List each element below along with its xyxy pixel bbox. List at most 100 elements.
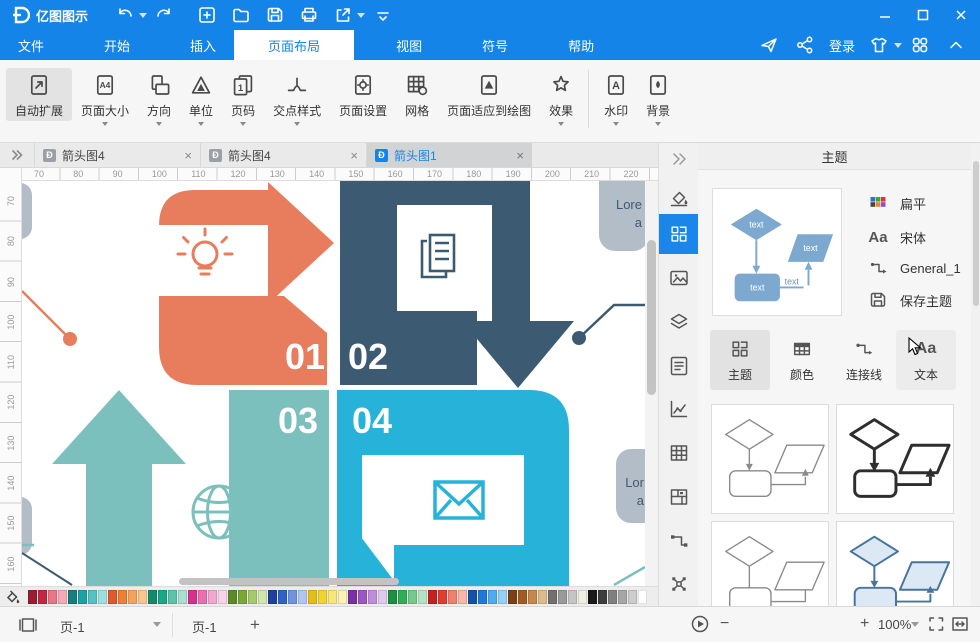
color-swatch[interactable] — [288, 590, 297, 604]
color-swatch[interactable] — [458, 590, 467, 604]
color-swatch[interactable] — [58, 590, 67, 604]
color-swatch[interactable] — [268, 590, 277, 604]
color-swatch[interactable] — [218, 590, 227, 604]
color-swatch[interactable] — [128, 590, 137, 604]
page-layout-icon[interactable] — [18, 615, 38, 635]
color-swatch[interactable] — [248, 590, 257, 604]
callout-left-top[interactable] — [22, 183, 32, 239]
undo-button[interactable] — [115, 5, 135, 25]
color-swatch[interactable] — [158, 590, 167, 604]
theme-template-3[interactable] — [711, 521, 829, 606]
tab-view[interactable]: 视图 — [378, 30, 440, 60]
scrollbar-thumb[interactable] — [973, 161, 979, 306]
canvas-horizontal-scrollbar[interactable] — [22, 577, 645, 586]
color-swatch[interactable] — [28, 590, 37, 604]
ribbon-page-setup[interactable]: 页面设置 — [330, 68, 396, 121]
color-swatch[interactable] — [568, 590, 577, 604]
close-tab-icon[interactable]: × — [350, 148, 358, 163]
doc-tab-2[interactable]: Ɖ 箭头图4 × — [200, 143, 366, 167]
color-swatch[interactable] — [378, 590, 387, 604]
ribbon-crossing-style[interactable]: 交点样式 — [264, 68, 330, 128]
login-button[interactable]: 登录 — [829, 36, 855, 55]
minimize-button[interactable] — [866, 0, 904, 30]
color-swatch[interactable] — [528, 590, 537, 604]
apps-grid-icon[interactable] — [910, 35, 930, 55]
canvas-vertical-scrollbar[interactable] — [645, 181, 658, 586]
color-swatch[interactable] — [148, 590, 157, 604]
color-swatch[interactable] — [558, 590, 567, 604]
color-swatch[interactable] — [618, 590, 627, 604]
subtab-colors[interactable]: 颜色 — [772, 330, 832, 390]
color-swatch[interactable] — [68, 590, 77, 604]
color-swatch[interactable] — [118, 590, 127, 604]
fit-width-button[interactable] — [950, 614, 970, 634]
arrows-infographic[interactable]: 01 02 — [22, 181, 645, 586]
step-03-shape[interactable]: 03 — [52, 390, 329, 586]
save-theme-row[interactable]: 保存主题 — [868, 289, 952, 311]
color-swatch[interactable] — [628, 590, 637, 604]
notes-tool[interactable] — [667, 354, 691, 378]
tab-home[interactable]: 开始 — [86, 30, 148, 60]
color-swatch[interactable] — [608, 590, 617, 604]
scrollbar-thumb[interactable] — [647, 240, 656, 395]
color-swatch[interactable] — [398, 590, 407, 604]
ribbon-effects[interactable]: 效果 — [540, 68, 582, 128]
connector-dark[interactable] — [572, 305, 645, 345]
close-tab-icon[interactable]: × — [184, 148, 192, 163]
theme-template-4[interactable] — [836, 521, 954, 606]
color-swatch[interactable] — [588, 590, 597, 604]
color-swatch[interactable] — [178, 590, 187, 604]
ribbon-grid[interactable]: 网格 — [396, 68, 438, 121]
color-swatch[interactable] — [478, 590, 487, 604]
collapse-ribbon-button[interactable] — [373, 5, 393, 25]
color-swatch[interactable] — [168, 590, 177, 604]
step-01-shape[interactable]: 01 — [143, 182, 334, 385]
color-swatch[interactable] — [298, 590, 307, 604]
tab-page-layout[interactable]: 页面布局 — [234, 30, 354, 60]
color-swatch[interactable] — [548, 590, 557, 604]
theme-connector-row[interactable]: General_1 — [868, 257, 961, 279]
page-selector-caret-icon[interactable] — [153, 622, 161, 627]
panel-scrollbar[interactable] — [971, 143, 980, 606]
ribbon-background[interactable]: 背景 — [637, 68, 679, 128]
color-swatch[interactable] — [198, 590, 207, 604]
ribbon-orientation[interactable]: 方向 — [138, 68, 180, 128]
step-02-shape[interactable]: 02 — [340, 181, 574, 388]
step-04-shape[interactable]: 04 — [337, 390, 569, 586]
color-swatch[interactable] — [468, 590, 477, 604]
color-swatch[interactable] — [108, 590, 117, 604]
theme-tool-active[interactable] — [659, 214, 699, 254]
tab-insert[interactable]: 插入 — [172, 30, 234, 60]
color-swatch[interactable] — [408, 590, 417, 604]
collapse-panel-chevron-icon[interactable] — [946, 35, 966, 55]
callout-left-bottom[interactable] — [22, 497, 32, 555]
export-button[interactable] — [333, 5, 353, 25]
print-button[interactable] — [299, 5, 319, 25]
color-swatch[interactable] — [438, 590, 447, 604]
tab-file[interactable]: 文件 — [0, 30, 62, 60]
ribbon-auto-expand[interactable]: 自动扩展 — [6, 68, 72, 121]
color-swatch[interactable] — [598, 590, 607, 604]
chart-tool[interactable] — [667, 397, 691, 421]
zoom-level[interactable]: 100% — [878, 617, 911, 632]
maximize-button[interactable] — [904, 0, 942, 30]
color-swatch[interactable] — [98, 590, 107, 604]
layers-tool[interactable] — [667, 310, 691, 334]
subtab-theme[interactable]: 主题 — [710, 330, 770, 390]
color-swatch[interactable] — [638, 590, 647, 604]
fill-bucket-icon[interactable] — [3, 588, 25, 606]
connector-style-tool[interactable] — [667, 529, 691, 553]
format-fill-tool[interactable] — [667, 186, 691, 210]
fullscreen-button[interactable] — [926, 614, 946, 634]
color-swatch[interactable] — [518, 590, 527, 604]
table-tool[interactable] — [667, 441, 691, 465]
export-caret-icon[interactable] — [357, 13, 365, 18]
color-swatch[interactable] — [258, 590, 267, 604]
color-swatch[interactable] — [328, 590, 337, 604]
image-tool[interactable] — [667, 266, 691, 290]
zoom-in-button[interactable]: + — [860, 615, 869, 633]
color-swatch[interactable] — [278, 590, 287, 604]
connector-orange[interactable] — [22, 291, 77, 346]
color-swatch[interactable] — [538, 590, 547, 604]
subtab-connectors[interactable]: 连接线 — [834, 330, 894, 390]
